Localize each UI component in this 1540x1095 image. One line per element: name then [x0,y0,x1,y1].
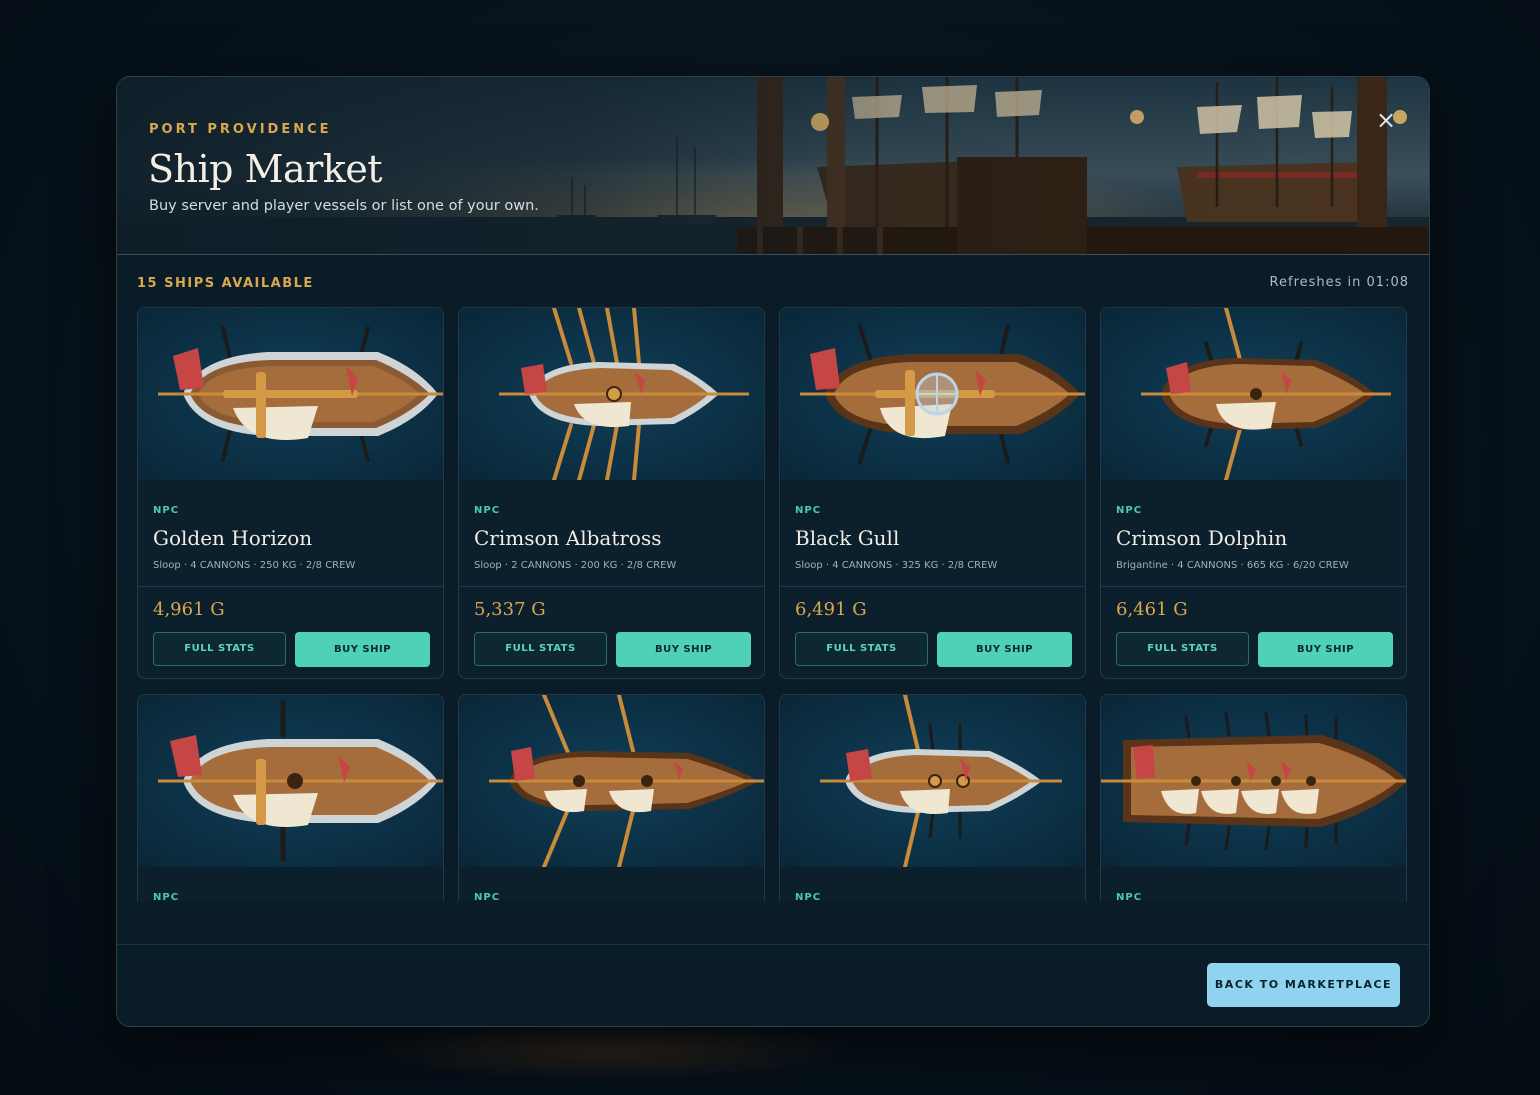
back-to-marketplace-button[interactable]: BACK TO MARKETPLACE [1207,963,1400,1007]
buy-ship-button[interactable]: BUY SHIP [295,632,430,667]
buy-ship-button[interactable]: BUY SHIP [1258,632,1393,667]
owner-tag: NPC [153,505,180,516]
buy-ship-button[interactable]: BUY SHIP [937,632,1072,667]
ship-image [459,308,764,480]
port-name: PORT PROVIDENCE [149,122,332,137]
ship-card: NPC Golden Horizon Sloop · 4 CANNONS · 2… [137,307,444,679]
ship-card: NPC Black Gull Sloop · 4 CANNONS · 325 K… [779,307,1086,679]
full-stats-button[interactable]: FULL STATS [795,632,928,666]
ship-grid[interactable]: NPC Golden Horizon Sloop · 4 CANNONS · 2… [137,307,1409,901]
ship-image [138,308,443,480]
owner-tag: NPC [1116,892,1143,901]
crosshair-icon [915,372,959,416]
ship-meta: Brigantine · 4 CANNONS · 665 KG · 6/20 C… [1116,560,1349,571]
ship-meta: Sloop · 4 CANNONS · 325 KG · 2/8 CREW [795,560,998,571]
ship-image [780,695,1085,867]
footer-divider [117,944,1429,945]
card-divider [138,586,443,587]
full-stats-button[interactable]: FULL STATS [474,632,607,666]
card-divider [459,586,764,587]
ship-name: Crimson Dolphin [1116,526,1288,550]
ship-image [1101,695,1406,867]
ship-card: NPC [779,694,1086,901]
ship-name: Crimson Albatross [474,526,662,550]
full-stats-button[interactable]: FULL STATS [153,632,286,666]
close-icon[interactable]: × [1373,107,1399,133]
ships-available-count: 15 SHIPS AVAILABLE [137,276,314,291]
ship-price: 6,491 G [795,599,867,620]
ship-price: 6,461 G [1116,599,1188,620]
owner-tag: NPC [795,892,822,901]
ship-name: Black Gull [795,526,900,550]
page-subtitle: Buy server and player vessels or list on… [149,198,539,214]
ship-price: 5,337 G [474,599,546,620]
page-title: Ship Market [148,147,383,191]
ship-name: Golden Horizon [153,526,313,550]
ship-image [1101,308,1406,480]
harbor-banner: PORT PROVIDENCE Ship Market Buy server a… [117,77,1429,255]
ship-card: NPC Crimson Albatross Sloop · 2 CANNONS … [458,307,765,679]
ship-image [780,308,1085,480]
card-divider [1101,586,1406,587]
owner-tag: NPC [474,892,501,901]
ship-card: NPC [1100,694,1407,901]
owner-tag: NPC [1116,505,1143,516]
ship-image [138,695,443,867]
full-stats-button[interactable]: FULL STATS [1116,632,1249,666]
owner-tag: NPC [474,505,501,516]
owner-tag: NPC [795,505,822,516]
ship-meta: Sloop · 4 CANNONS · 250 KG · 2/8 CREW [153,560,356,571]
ship-price: 4,961 G [153,599,225,620]
ship-card: NPC [137,694,444,901]
refresh-timer: Refreshes in 01:08 [1269,275,1409,290]
ship-card: NPC Crimson Dolphin Brigantine · 4 CANNO… [1100,307,1407,679]
ship-meta: Sloop · 2 CANNONS · 200 KG · 2/8 CREW [474,560,677,571]
buy-ship-button[interactable]: BUY SHIP [616,632,751,667]
ship-market-modal: PORT PROVIDENCE Ship Market Buy server a… [116,76,1430,1027]
backdrop-glow [360,1020,860,1080]
ship-card: NPC [458,694,765,901]
owner-tag: NPC [153,892,180,901]
ship-image [459,695,764,867]
card-divider [780,586,1085,587]
